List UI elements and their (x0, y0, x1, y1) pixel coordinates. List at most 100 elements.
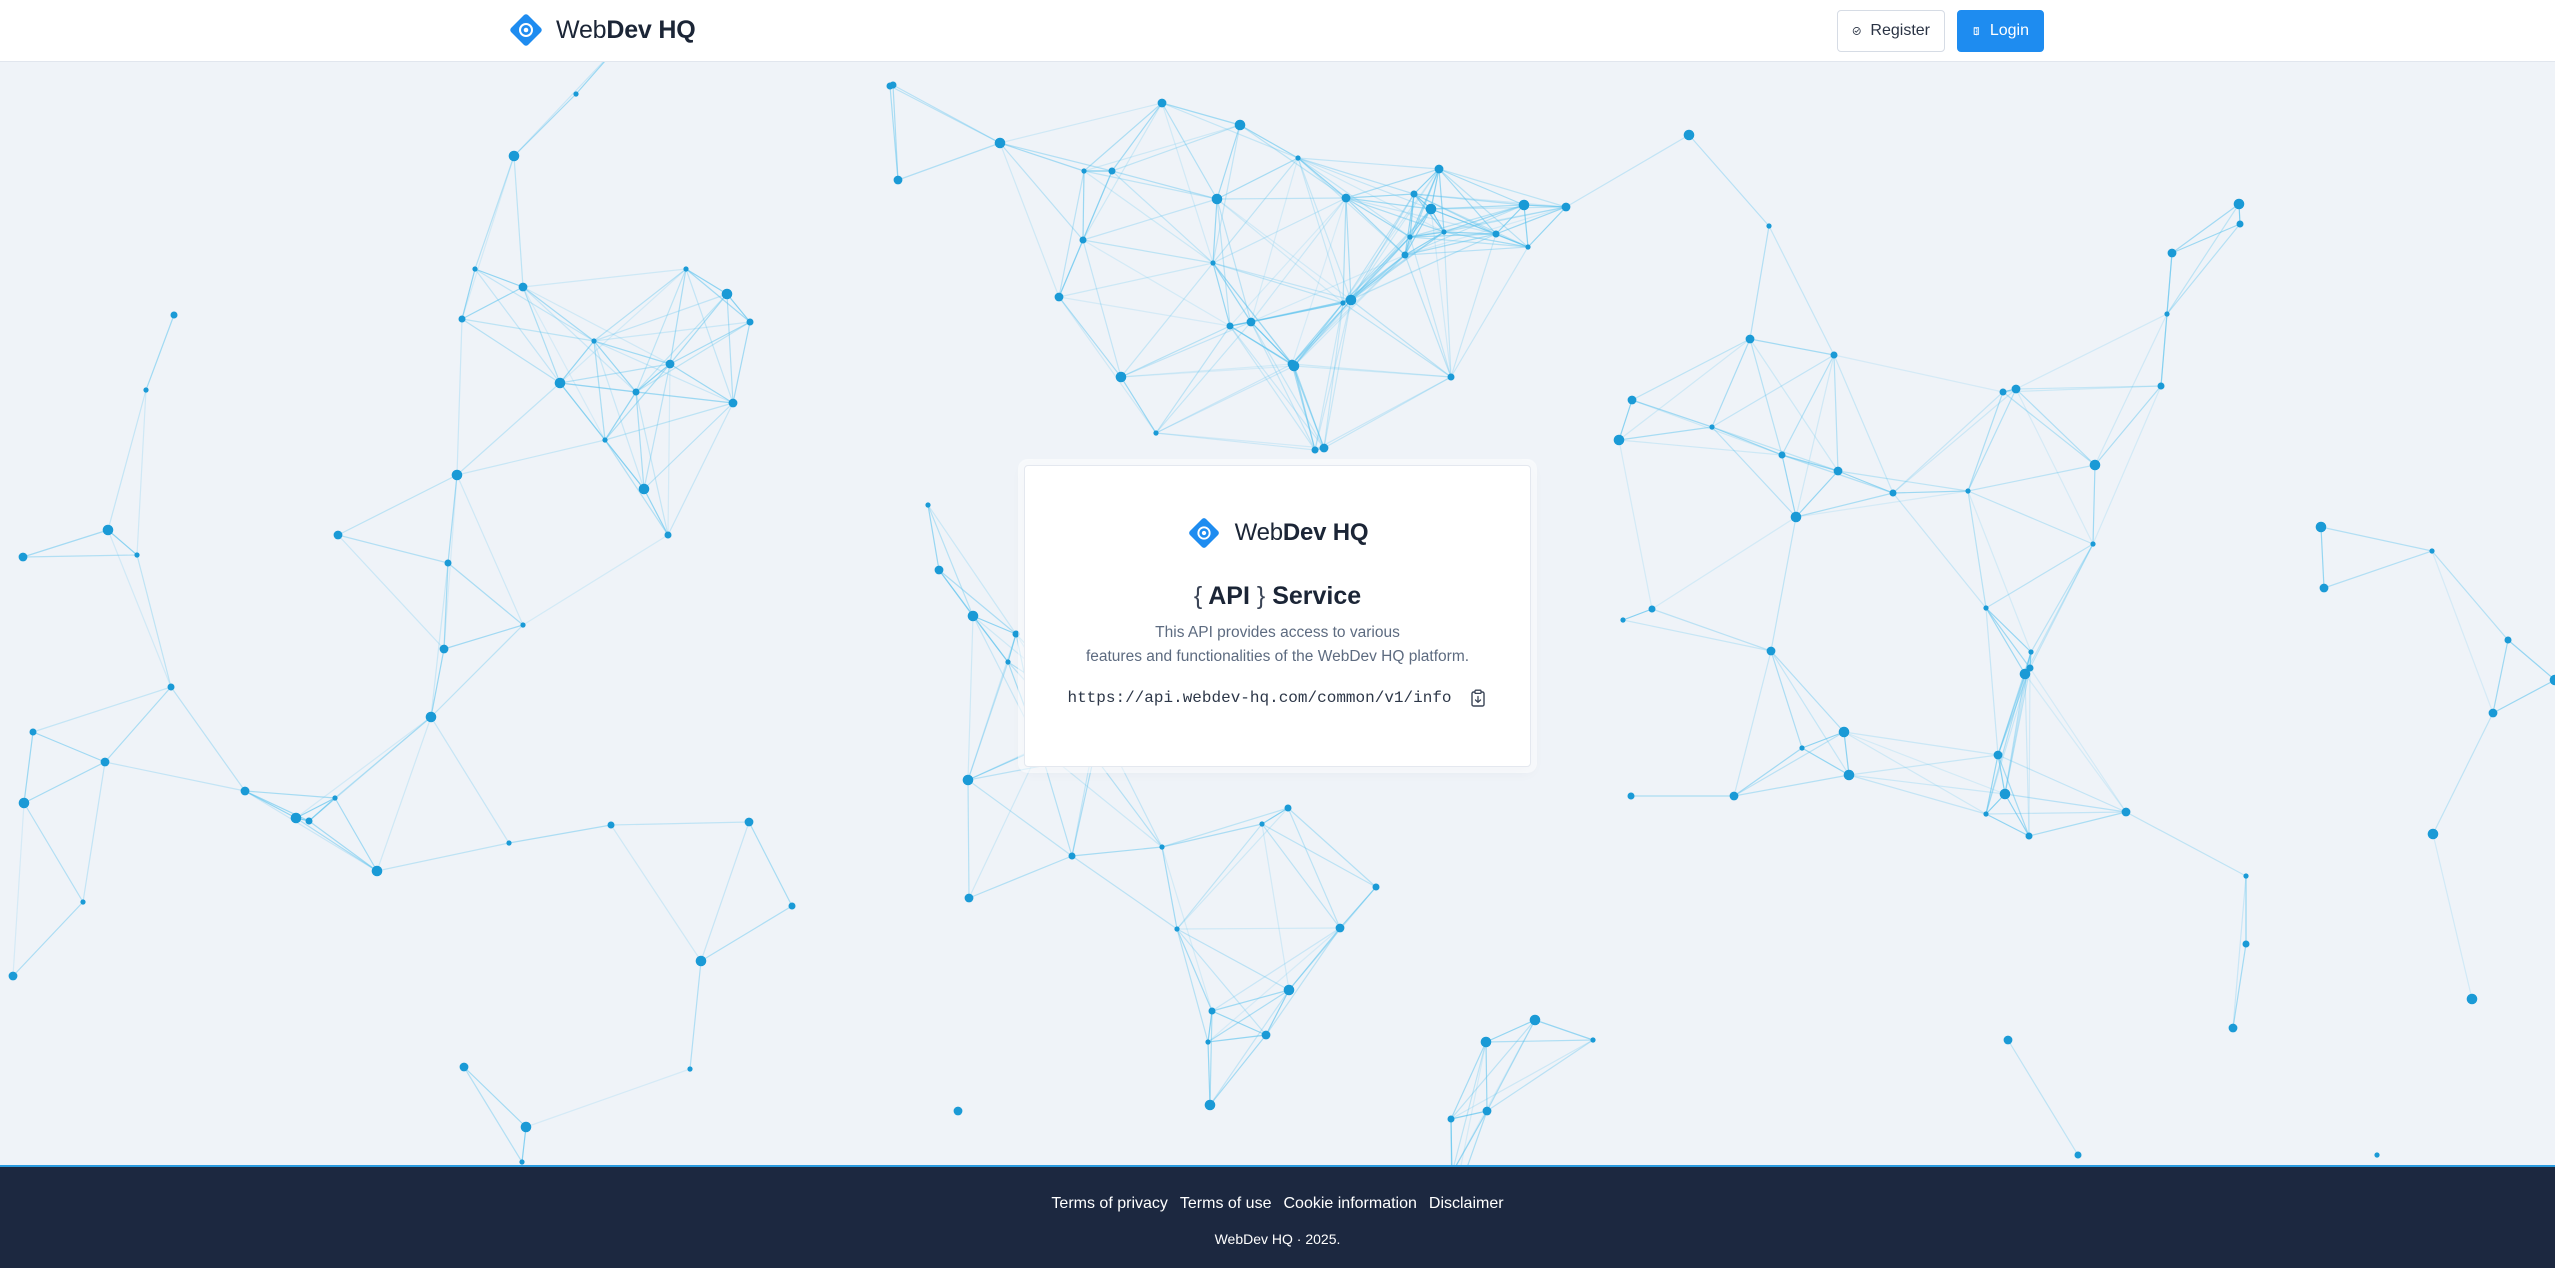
network-node (1965, 488, 1971, 494)
network-edge (1176, 807, 1289, 930)
network-edge (1967, 490, 2094, 545)
network-node (1081, 168, 1087, 174)
network-node (520, 1121, 532, 1133)
network-edge (508, 824, 612, 844)
network-edge (1216, 198, 1252, 323)
network-edge (1892, 388, 2017, 494)
network-node (925, 502, 931, 508)
footer-link-disclaimer[interactable]: Disclaimer (1429, 1195, 1504, 1213)
network-edge (2507, 639, 2555, 681)
network-edge (1843, 731, 1999, 756)
network-node (573, 91, 579, 97)
network-edge (1985, 811, 2127, 815)
network-edge (513, 62, 604, 157)
network-edge (1749, 338, 1839, 472)
network-node (1993, 750, 2003, 760)
network-edge (1485, 1019, 1536, 1043)
network-edge (337, 534, 445, 650)
network-edge (610, 821, 750, 826)
network-edge (1250, 321, 1316, 451)
network-edge (593, 293, 728, 342)
network-node (2315, 521, 2327, 533)
network-node (8, 971, 18, 981)
network-node (962, 774, 974, 786)
network-edge (337, 534, 449, 564)
network-node (1843, 769, 1855, 781)
network-edge (559, 382, 606, 441)
network-edge (1345, 197, 1352, 301)
network-node (664, 531, 672, 539)
network-edge (23, 802, 84, 903)
network-node (1590, 1037, 1596, 1043)
check-circle-icon (1852, 27, 1861, 35)
network-edge (604, 439, 669, 536)
network-edge (1770, 516, 1797, 652)
api-info-card: WebDev HQ { API } Service This API provi… (1024, 465, 1531, 767)
network-edge (2015, 313, 2168, 390)
network-node (1287, 359, 1297, 369)
network-node (1341, 193, 1351, 203)
network-edge (1071, 755, 1095, 857)
network-edge (1250, 157, 1299, 323)
network-node (746, 318, 754, 326)
network-edge (1082, 170, 1085, 241)
network-node (1492, 230, 1500, 238)
webdev-diamond-logo-icon (1188, 518, 1219, 548)
network-node (1311, 446, 1319, 454)
network-edge (1450, 1118, 1453, 1165)
network-node (934, 565, 944, 575)
footer-link-cookie-information[interactable]: Cookie information (1283, 1195, 1416, 1213)
network-node (1210, 260, 1216, 266)
network-node (332, 795, 338, 801)
copy-url-button[interactable] (1468, 687, 1488, 709)
network-edge (667, 402, 734, 536)
login-button[interactable]: Login (1957, 10, 2044, 52)
clipboard-icon (1470, 689, 1485, 707)
network-node (29, 728, 37, 736)
network-node (1261, 1030, 1271, 1040)
network-edge (1985, 607, 1999, 756)
footer-link-terms-of-privacy[interactable]: Terms of privacy (1051, 1195, 1167, 1213)
network-node (1157, 98, 1167, 108)
network-node (2374, 1152, 2380, 1158)
network-edge (2007, 1039, 2079, 1156)
network-edge (1212, 262, 1293, 365)
network-node (2427, 828, 2439, 840)
description-line-1: This API provides access to various (1155, 624, 1400, 641)
network-edge (1155, 363, 1293, 434)
network-edge (1161, 102, 1218, 200)
network-edge (1967, 464, 2096, 492)
network-node (1561, 202, 1571, 212)
network-node (1410, 190, 1418, 198)
network-node (1447, 1115, 1455, 1123)
network-edge (1711, 426, 1797, 518)
network-edge (2004, 793, 2127, 813)
network-edge (1749, 338, 1783, 456)
network-node (1226, 322, 1234, 330)
network-node (1205, 1039, 1211, 1045)
network-edge (1450, 1019, 1536, 1120)
brand-name-light: Web (556, 15, 607, 44)
network-node (1434, 164, 1444, 174)
login-label: Login (1989, 22, 2029, 39)
network-edge (1485, 1041, 1488, 1112)
network-edge (32, 686, 172, 733)
network-edge (1438, 168, 1445, 233)
network-node (1012, 630, 1020, 638)
network-edge (522, 286, 606, 441)
network-node (1283, 984, 1295, 996)
network-node (1983, 605, 1989, 611)
footer-link-terms-of-use[interactable]: Terms of use (1180, 1195, 1272, 1213)
network-edge (1291, 363, 1452, 378)
webdev-diamond-logo-icon (510, 14, 542, 46)
network-node (889, 81, 897, 89)
network-node (728, 398, 738, 408)
network-node (1778, 451, 1786, 459)
register-button[interactable]: Register (1837, 10, 1945, 52)
network-node (967, 610, 979, 622)
network-node (143, 387, 149, 393)
network-edge (1297, 157, 1432, 210)
network-edge (1287, 807, 1341, 929)
brand-home-link[interactable]: WebDev HQ (508, 12, 696, 48)
network-edge (1161, 102, 1241, 126)
